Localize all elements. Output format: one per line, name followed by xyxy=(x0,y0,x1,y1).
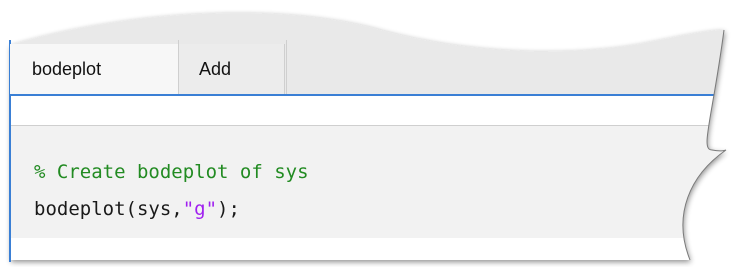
tab-add[interactable]: Add xyxy=(179,44,285,94)
code-statement-end: ); xyxy=(217,198,240,220)
code-statement-line: bodeplot(sys,"g"); xyxy=(34,195,240,223)
code-function-call: bodeplot(sys, xyxy=(34,198,183,220)
code-string-literal: "g" xyxy=(182,198,218,220)
torn-paper-panel xyxy=(9,13,727,262)
code-comment-line: % Create bodeplot of sys xyxy=(34,161,309,183)
tab-bodeplot[interactable]: bodeplot xyxy=(10,44,178,94)
live-editor-snippet: bodeplot Add % Create bodeplot of sys bo… xyxy=(0,0,735,267)
